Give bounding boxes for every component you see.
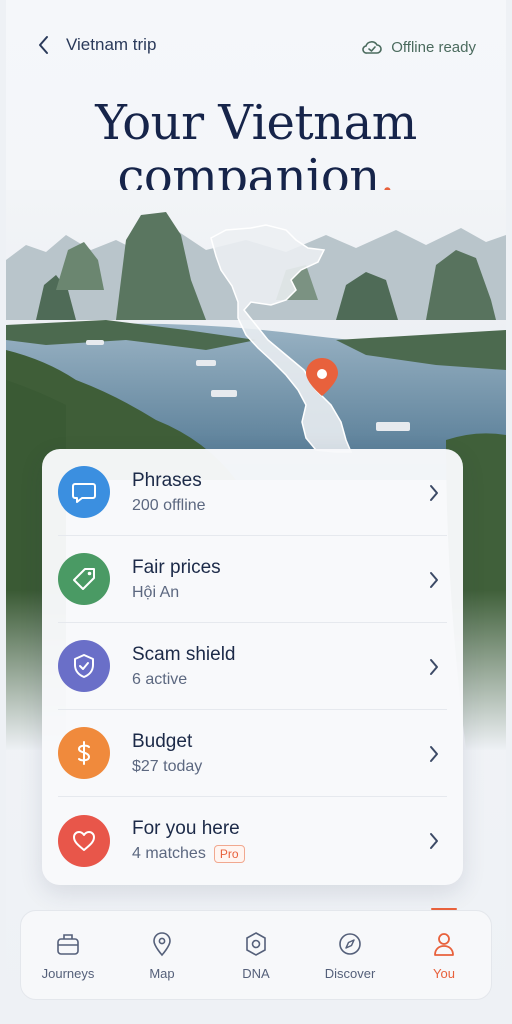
nav-journeys[interactable]: Journeys [28, 930, 108, 981]
bottom-nav: Journeys Map DNA Discover You [20, 907, 492, 1000]
nav-label: DNA [242, 965, 270, 981]
feature-subtitle: $27 today [132, 757, 203, 775]
headline-line1: Your Vietnam [95, 95, 417, 151]
feature-row-scam-shield[interactable]: Scam shield 6 active [58, 623, 447, 710]
feature-title: Budget [132, 730, 193, 752]
hexagon-icon [246, 931, 266, 956]
nav-you[interactable]: You [404, 907, 484, 981]
feature-title: Fair prices [132, 556, 221, 578]
shield-icon [58, 640, 110, 692]
feature-title: Scam shield [132, 643, 236, 665]
nav-label: Discover [324, 965, 376, 981]
chevron-right-icon [430, 659, 438, 675]
top-bar: Vietnam trip Offline ready [6, 30, 506, 66]
feature-subtitle: 4 matches [132, 845, 206, 862]
feature-subtitle-wrap: 4 matches Pro [132, 845, 245, 863]
feature-row-fair-prices[interactable]: Fair prices Hội An [58, 536, 447, 623]
chat-bubble-icon [58, 466, 110, 518]
offline-status: Offline ready [361, 38, 476, 56]
nav-label: You [433, 965, 455, 981]
active-indicator [431, 907, 457, 910]
suitcase-icon [57, 933, 79, 955]
map-pin-icon [153, 931, 171, 956]
chevron-right-icon [430, 485, 438, 501]
nav-label: Map [149, 965, 175, 981]
back-label: Vietnam trip [66, 35, 157, 54]
feature-title: For you here [132, 818, 240, 839]
feature-subtitle: Hội An [132, 583, 180, 601]
pro-badge: Pro [213, 845, 245, 863]
heart-icon [58, 814, 110, 867]
dollar-icon [58, 727, 110, 779]
feature-row-phrases[interactable]: Phrases 200 offline [58, 449, 447, 536]
cloud-check-icon [362, 41, 383, 54]
chevron-left-icon [39, 36, 48, 54]
nav-map[interactable]: Map [122, 930, 202, 981]
app-screen: Vietnam trip Offline ready Your Vietnam … [6, 0, 506, 1024]
compass-icon [339, 932, 361, 955]
feature-row-for-you-here[interactable]: For you here 4 matches Pro [58, 797, 447, 884]
person-icon [434, 932, 454, 956]
feature-row-budget[interactable]: Budget $27 today [58, 710, 447, 797]
chevron-right-icon [430, 572, 438, 588]
chevron-right-icon [430, 746, 438, 762]
chevron-right-icon [430, 833, 438, 849]
nav-label: Journeys [41, 965, 95, 981]
offline-label: Offline ready [391, 38, 476, 56]
feature-subtitle: 200 offline [132, 496, 206, 514]
feature-subtitle: 6 active [132, 670, 188, 688]
nav-discover[interactable]: Discover [310, 930, 390, 981]
hero-headline: Your Vietnam companion. [6, 96, 506, 204]
features-card: Phrases 200 offline Fair prices Hội An S… [42, 449, 463, 885]
feature-title: Phrases [132, 469, 202, 491]
back-button[interactable]: Vietnam trip [36, 34, 156, 56]
nav-dna[interactable]: DNA [216, 930, 296, 981]
price-tag-icon [58, 553, 110, 605]
